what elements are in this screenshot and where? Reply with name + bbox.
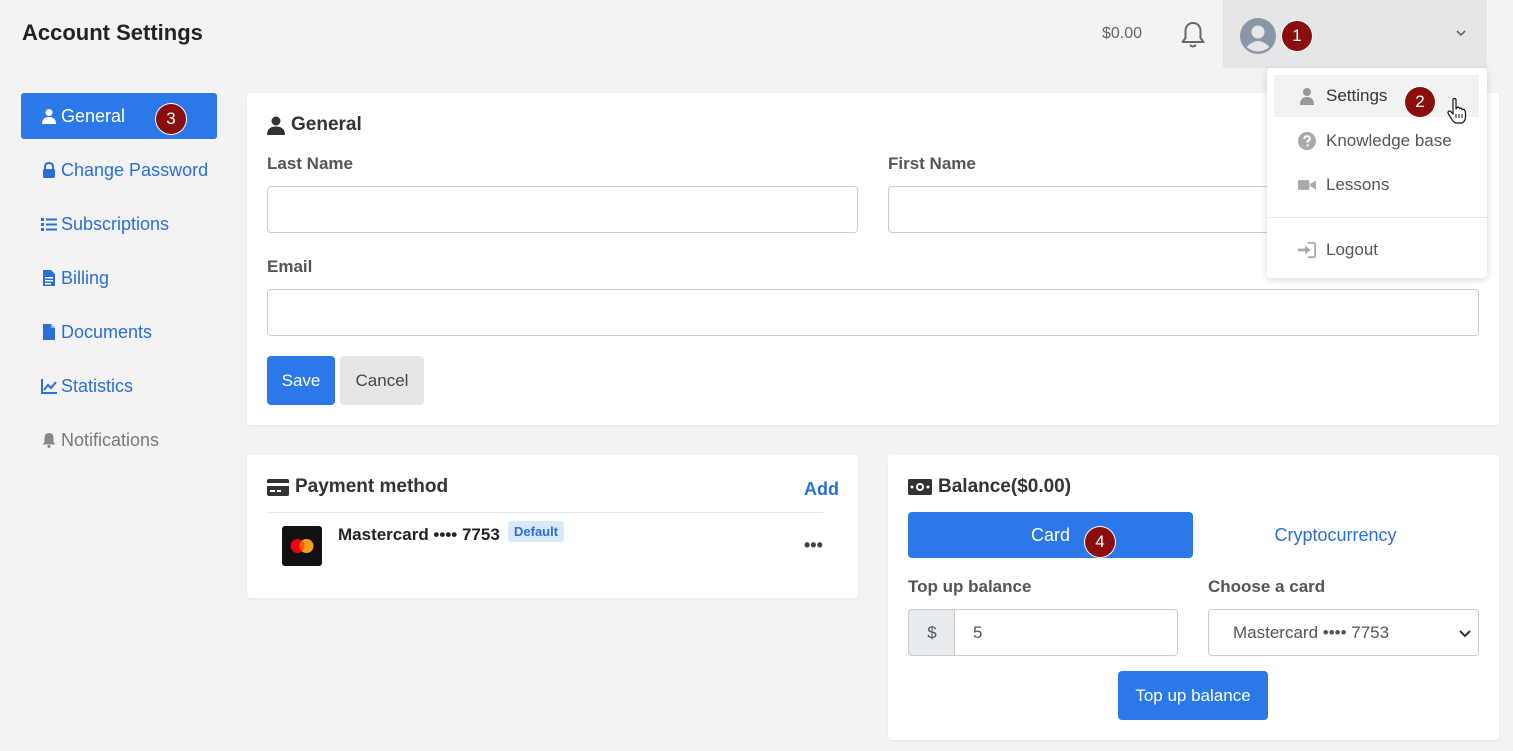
menu-item-label: Knowledge base [1326, 131, 1452, 150]
general-title-text: General [291, 114, 362, 135]
sidebar-item-notifications: Notifications [21, 417, 217, 463]
mastercard-logo-icon [282, 526, 322, 566]
sidebar-item-statistics[interactable]: Statistics [21, 363, 217, 409]
chevron-down-icon [1454, 26, 1468, 40]
sign-in-icon [1298, 241, 1316, 259]
lock-icon [43, 162, 55, 178]
credit-card-icon [267, 478, 289, 496]
sidebar-item-label: General [61, 105, 126, 126]
sidebar-item-change-password[interactable]: Change Password [21, 147, 217, 193]
user-dropdown-menu: Settings Knowledge base Lessons Logout [1267, 68, 1487, 278]
default-badge: Default [508, 521, 565, 542]
sidebar-item-label: Change Password [61, 159, 209, 180]
tab-card[interactable]: Card [908, 512, 1193, 558]
sidebar-item-general[interactable]: General [21, 93, 217, 139]
currency-prefix: $ [908, 609, 955, 656]
money-bill-icon [908, 479, 932, 495]
step-badge-4: 4 [1085, 527, 1115, 557]
general-title: General [267, 114, 362, 136]
balance-title: Balance($0.00) [908, 476, 1071, 498]
header-balance: $0.00 [1102, 25, 1143, 42]
sidebar-item-billing[interactable]: Billing [21, 255, 217, 301]
divider [267, 512, 823, 513]
step-badge-3: 3 [156, 104, 186, 134]
menu-item-label: Lessons [1326, 175, 1390, 194]
choose-card-label: Choose a card [1208, 577, 1326, 596]
topup-label: Top up balance [908, 577, 1032, 596]
topup-amount-input[interactable]: 5 [954, 609, 1178, 656]
avatar-icon [1240, 18, 1276, 54]
list-icon [41, 218, 57, 231]
save-button[interactable]: Save [267, 356, 335, 405]
choose-card-select[interactable]: Mastercard •••• 7753 [1208, 609, 1479, 656]
sidebar-item-subscriptions[interactable]: Subscriptions [21, 201, 217, 247]
step-badge-1: 1 [1282, 21, 1312, 51]
add-payment-link[interactable]: Add [804, 479, 839, 500]
user-icon [267, 116, 285, 135]
menu-item-lessons[interactable]: Lessons [1274, 164, 1479, 206]
video-icon [1298, 180, 1316, 190]
sidebar-item-documents[interactable]: Documents [21, 309, 217, 355]
payment-title: Payment method [267, 476, 448, 498]
balance-title-text: Balance($0.00) [938, 476, 1072, 497]
question-circle-icon [1298, 132, 1316, 150]
chart-line-icon [41, 379, 57, 394]
more-options-icon[interactable]: ••• [804, 535, 823, 556]
sidebar-item-label: Billing [61, 267, 110, 288]
sidebar-item-label: Notifications [61, 429, 160, 450]
payment-method-card: Payment method Add Mastercard •••• 7753 … [247, 455, 858, 598]
sidebar-item-label: Subscriptions [61, 213, 170, 234]
email-label: Email [267, 257, 313, 276]
user-menu-toggle[interactable] [1223, 0, 1487, 68]
selected-card: Mastercard •••• 7753 [1233, 622, 1390, 642]
hand-cursor-icon [1447, 97, 1467, 124]
sidebar-item-label: Documents [61, 321, 153, 342]
chevron-down-icon [1459, 630, 1471, 638]
card-name: Mastercard •••• 7753 [338, 525, 500, 544]
file-icon [43, 324, 55, 340]
topup-balance-button[interactable]: Top up balance [1118, 671, 1268, 720]
page-title: Account Settings [22, 20, 203, 45]
last-name-label: Last Name [267, 154, 353, 173]
menu-divider [1267, 217, 1487, 218]
email-input[interactable] [267, 289, 1479, 336]
menu-item-logout[interactable]: Logout [1274, 229, 1479, 271]
first-name-label: First Name [888, 154, 976, 173]
menu-item-knowledge-base[interactable]: Knowledge base [1274, 120, 1479, 162]
menu-item-label: Logout [1326, 240, 1378, 259]
tab-cryptocurrency[interactable]: Cryptocurrency [1193, 512, 1478, 558]
user-icon [42, 109, 56, 124]
step-badge-2: 2 [1405, 87, 1435, 117]
notifications-bell-icon[interactable] [1179, 20, 1207, 50]
bell-icon [42, 433, 56, 448]
invoice-icon [43, 270, 55, 286]
last-name-input[interactable] [267, 186, 858, 233]
menu-item-label: Settings [1326, 86, 1388, 105]
cancel-button[interactable]: Cancel [340, 356, 424, 405]
settings-sidebar: General Change Password Subscriptions Bi… [21, 93, 217, 471]
balance-card: Balance($0.00) Card Cryptocurrency Top u… [888, 455, 1499, 740]
user-icon [1300, 88, 1314, 105]
sidebar-item-label: Statistics [61, 375, 134, 396]
payment-title-text: Payment method [295, 476, 449, 497]
